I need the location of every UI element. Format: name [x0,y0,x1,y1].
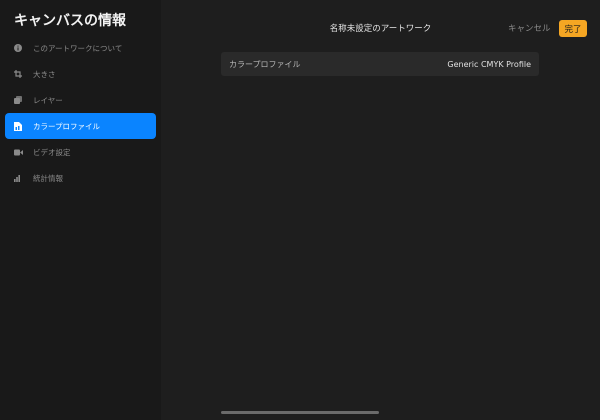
sidebar-item-statistics[interactable]: 統計情報 [5,165,156,191]
sidebar-item-label: カラープロファイル [33,121,101,131]
sidebar-item-label: レイヤー [33,95,63,105]
color-profile-row[interactable]: カラープロファイル Generic CMYK Profile [221,52,539,76]
color-profile-value: Generic CMYK Profile [447,59,531,69]
sidebar-item-size[interactable]: 大きさ [5,61,156,87]
sidebar-item-color-profile[interactable]: カラープロファイル [5,113,156,139]
sidebar-item-label: 統計情報 [33,173,63,183]
video-camera-icon [13,147,23,157]
home-indicator [221,411,379,414]
main-panel: 名称未設定のアートワーク キャンセル 完了 カラープロファイル Generic … [161,0,600,420]
sidebar-title: キャンバスの情報 [14,13,126,29]
sidebar-menu: このアートワークについて 大きさ レイヤー カラープロファイル ビデオ設定 統計… [5,35,156,191]
color-profile-icon [13,121,23,131]
sidebar-item-label: このアートワークについて [33,43,123,53]
done-button[interactable]: 完了 [559,20,587,37]
sidebar-item-layers[interactable]: レイヤー [5,87,156,113]
sidebar-item-about-artwork[interactable]: このアートワークについて [5,35,156,61]
sidebar-item-label: 大きさ [33,69,56,79]
sidebar: キャンバスの情報 このアートワークについて 大きさ レイヤー カラープロファイル [0,0,161,420]
crop-icon [13,69,23,79]
sidebar-item-video-settings[interactable]: ビデオ設定 [5,139,156,165]
bar-chart-icon [13,173,23,183]
layers-icon [13,95,23,105]
sidebar-item-label: ビデオ設定 [33,147,71,157]
info-icon [13,43,23,53]
cancel-button[interactable]: キャンセル [508,22,551,34]
color-profile-label: カラープロファイル [229,59,301,69]
